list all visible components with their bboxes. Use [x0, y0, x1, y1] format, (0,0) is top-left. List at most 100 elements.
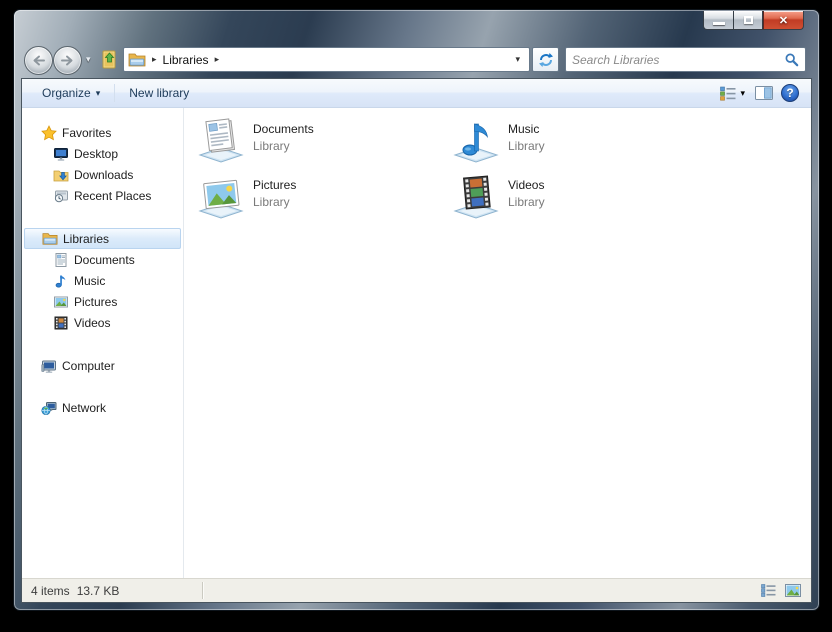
sidebar-item-label: Computer: [62, 359, 115, 373]
sidebar-gap: [22, 206, 183, 228]
library-name: Pictures: [253, 178, 296, 192]
search-box: [565, 47, 806, 72]
breadcrumb-location[interactable]: Libraries: [163, 53, 209, 67]
library-name: Documents: [253, 122, 314, 136]
sidebar-item-label: Documents: [74, 253, 135, 267]
videos-library-icon: [451, 172, 501, 222]
sidebar-item-desktop[interactable]: Desktop: [22, 143, 183, 164]
sidebar-item-favorites[interactable]: Favorites: [22, 122, 183, 143]
help-icon: ?: [786, 86, 793, 100]
breadcrumb-separator-icon[interactable]: ▸: [215, 54, 220, 65]
address-dropdown-icon[interactable]: ▾: [510, 54, 525, 65]
library-type: Library: [253, 195, 296, 209]
documents-library-icon: [196, 116, 246, 166]
forward-arrow-icon: [60, 55, 75, 66]
recent-places-icon: [52, 188, 69, 204]
details-view-icon: [761, 584, 776, 597]
star-icon: [40, 125, 57, 141]
video-icon: [52, 315, 69, 331]
sidebar-item-label: Favorites: [62, 126, 111, 140]
chevron-down-icon: ▾: [740, 88, 745, 99]
change-view-button[interactable]: ▾: [718, 84, 747, 103]
library-item-music[interactable]: Music Library: [451, 116, 701, 170]
navigation-pane: Favorites Desktop Downloads: [22, 108, 184, 578]
command-toolbar: Organize ▾ New library ▾: [22, 79, 811, 108]
downloads-icon: [52, 167, 69, 183]
chevron-down-icon: ▾: [96, 88, 101, 99]
network-icon: [40, 400, 57, 416]
sidebar-gap: [22, 376, 183, 397]
close-button[interactable]: ✕: [763, 11, 804, 30]
libraries-location-icon: [128, 52, 146, 67]
details-view-button[interactable]: [761, 584, 776, 597]
forward-button[interactable]: [53, 46, 82, 75]
content-area: Organize ▾ New library ▾: [21, 78, 812, 603]
thumbnail-view-button[interactable]: [785, 584, 801, 597]
search-input[interactable]: [572, 50, 785, 70]
help-button[interactable]: ?: [781, 84, 799, 102]
sidebar-item-label: Desktop: [74, 147, 118, 161]
thumbnail-view-icon: [785, 584, 801, 597]
picture-icon: [52, 294, 69, 310]
folder-up-glyph-icon: [101, 50, 118, 69]
library-item-pictures[interactable]: Pictures Library: [196, 172, 446, 226]
status-bar: 4 items 13.7 KB: [22, 578, 811, 602]
views-icon: [720, 86, 736, 101]
sidebar-item-label: Pictures: [74, 295, 117, 309]
sidebar-item-libraries[interactable]: Libraries: [24, 228, 181, 249]
new-library-label: New library: [129, 86, 189, 100]
sidebar-item-label: Libraries: [63, 232, 109, 246]
statusbar-divider: [202, 582, 203, 599]
library-name: Music: [508, 122, 545, 136]
address-bar[interactable]: ▸ Libraries ▸ ▾: [123, 47, 530, 72]
minimize-button[interactable]: [703, 11, 733, 30]
library-item-documents[interactable]: Documents Library: [196, 116, 446, 170]
music-library-icon: [451, 116, 501, 166]
item-count: 4 items: [31, 584, 70, 598]
explorer-window: ✕ ▾ ▸ Libraries ▸ ▾: [13, 9, 820, 611]
refresh-button[interactable]: [532, 47, 559, 72]
sidebar-item-network[interactable]: Network: [22, 397, 183, 418]
back-arrow-icon: [31, 55, 46, 66]
new-library-button[interactable]: New library: [119, 82, 199, 105]
libraries-icon: [41, 231, 58, 247]
library-name: Videos: [508, 178, 545, 192]
restore-icon: [744, 16, 753, 24]
preview-pane-icon: [755, 86, 773, 100]
breadcrumb-separator-icon: ▸: [152, 54, 157, 65]
file-list: Documents Library: [184, 108, 811, 578]
sidebar-item-label: Network: [62, 401, 106, 415]
sidebar-item-music[interactable]: Music: [22, 270, 183, 291]
organize-button[interactable]: Organize ▾: [32, 82, 110, 105]
close-icon: ✕: [779, 14, 788, 27]
library-type: Library: [253, 139, 314, 153]
sidebar-item-label: Downloads: [74, 168, 133, 182]
sidebar-item-label: Recent Places: [74, 189, 151, 203]
refresh-icon: [538, 52, 554, 68]
desktop-icon: [52, 146, 69, 162]
computer-icon: [40, 358, 57, 374]
music-icon: [52, 273, 69, 289]
library-type: Library: [508, 195, 545, 209]
sidebar-item-downloads[interactable]: Downloads: [22, 164, 183, 185]
search-icon[interactable]: [785, 53, 799, 67]
sidebar-item-label: Music: [74, 274, 105, 288]
sidebar-item-pictures[interactable]: Pictures: [22, 291, 183, 312]
sidebar-item-documents[interactable]: Documents: [22, 249, 183, 270]
document-icon: [52, 252, 69, 268]
organize-label: Organize: [42, 86, 91, 100]
selection-size: 13.7 KB: [77, 584, 120, 598]
sidebar-item-computer[interactable]: Computer: [22, 355, 183, 376]
library-type: Library: [508, 139, 545, 153]
sidebar-item-videos[interactable]: Videos: [22, 312, 183, 333]
folder-up-icon[interactable]: [101, 50, 118, 69]
history-dropdown[interactable]: ▾: [86, 54, 91, 65]
preview-pane-button[interactable]: [753, 84, 775, 102]
sidebar-item-recent-places[interactable]: Recent Places: [22, 185, 183, 206]
restore-button[interactable]: [733, 11, 763, 30]
sidebar-gap: [22, 333, 183, 355]
sidebar-item-label: Videos: [74, 316, 110, 330]
library-item-videos[interactable]: Videos Library: [451, 172, 701, 226]
back-button[interactable]: [24, 46, 53, 75]
pictures-library-icon: [196, 172, 246, 222]
